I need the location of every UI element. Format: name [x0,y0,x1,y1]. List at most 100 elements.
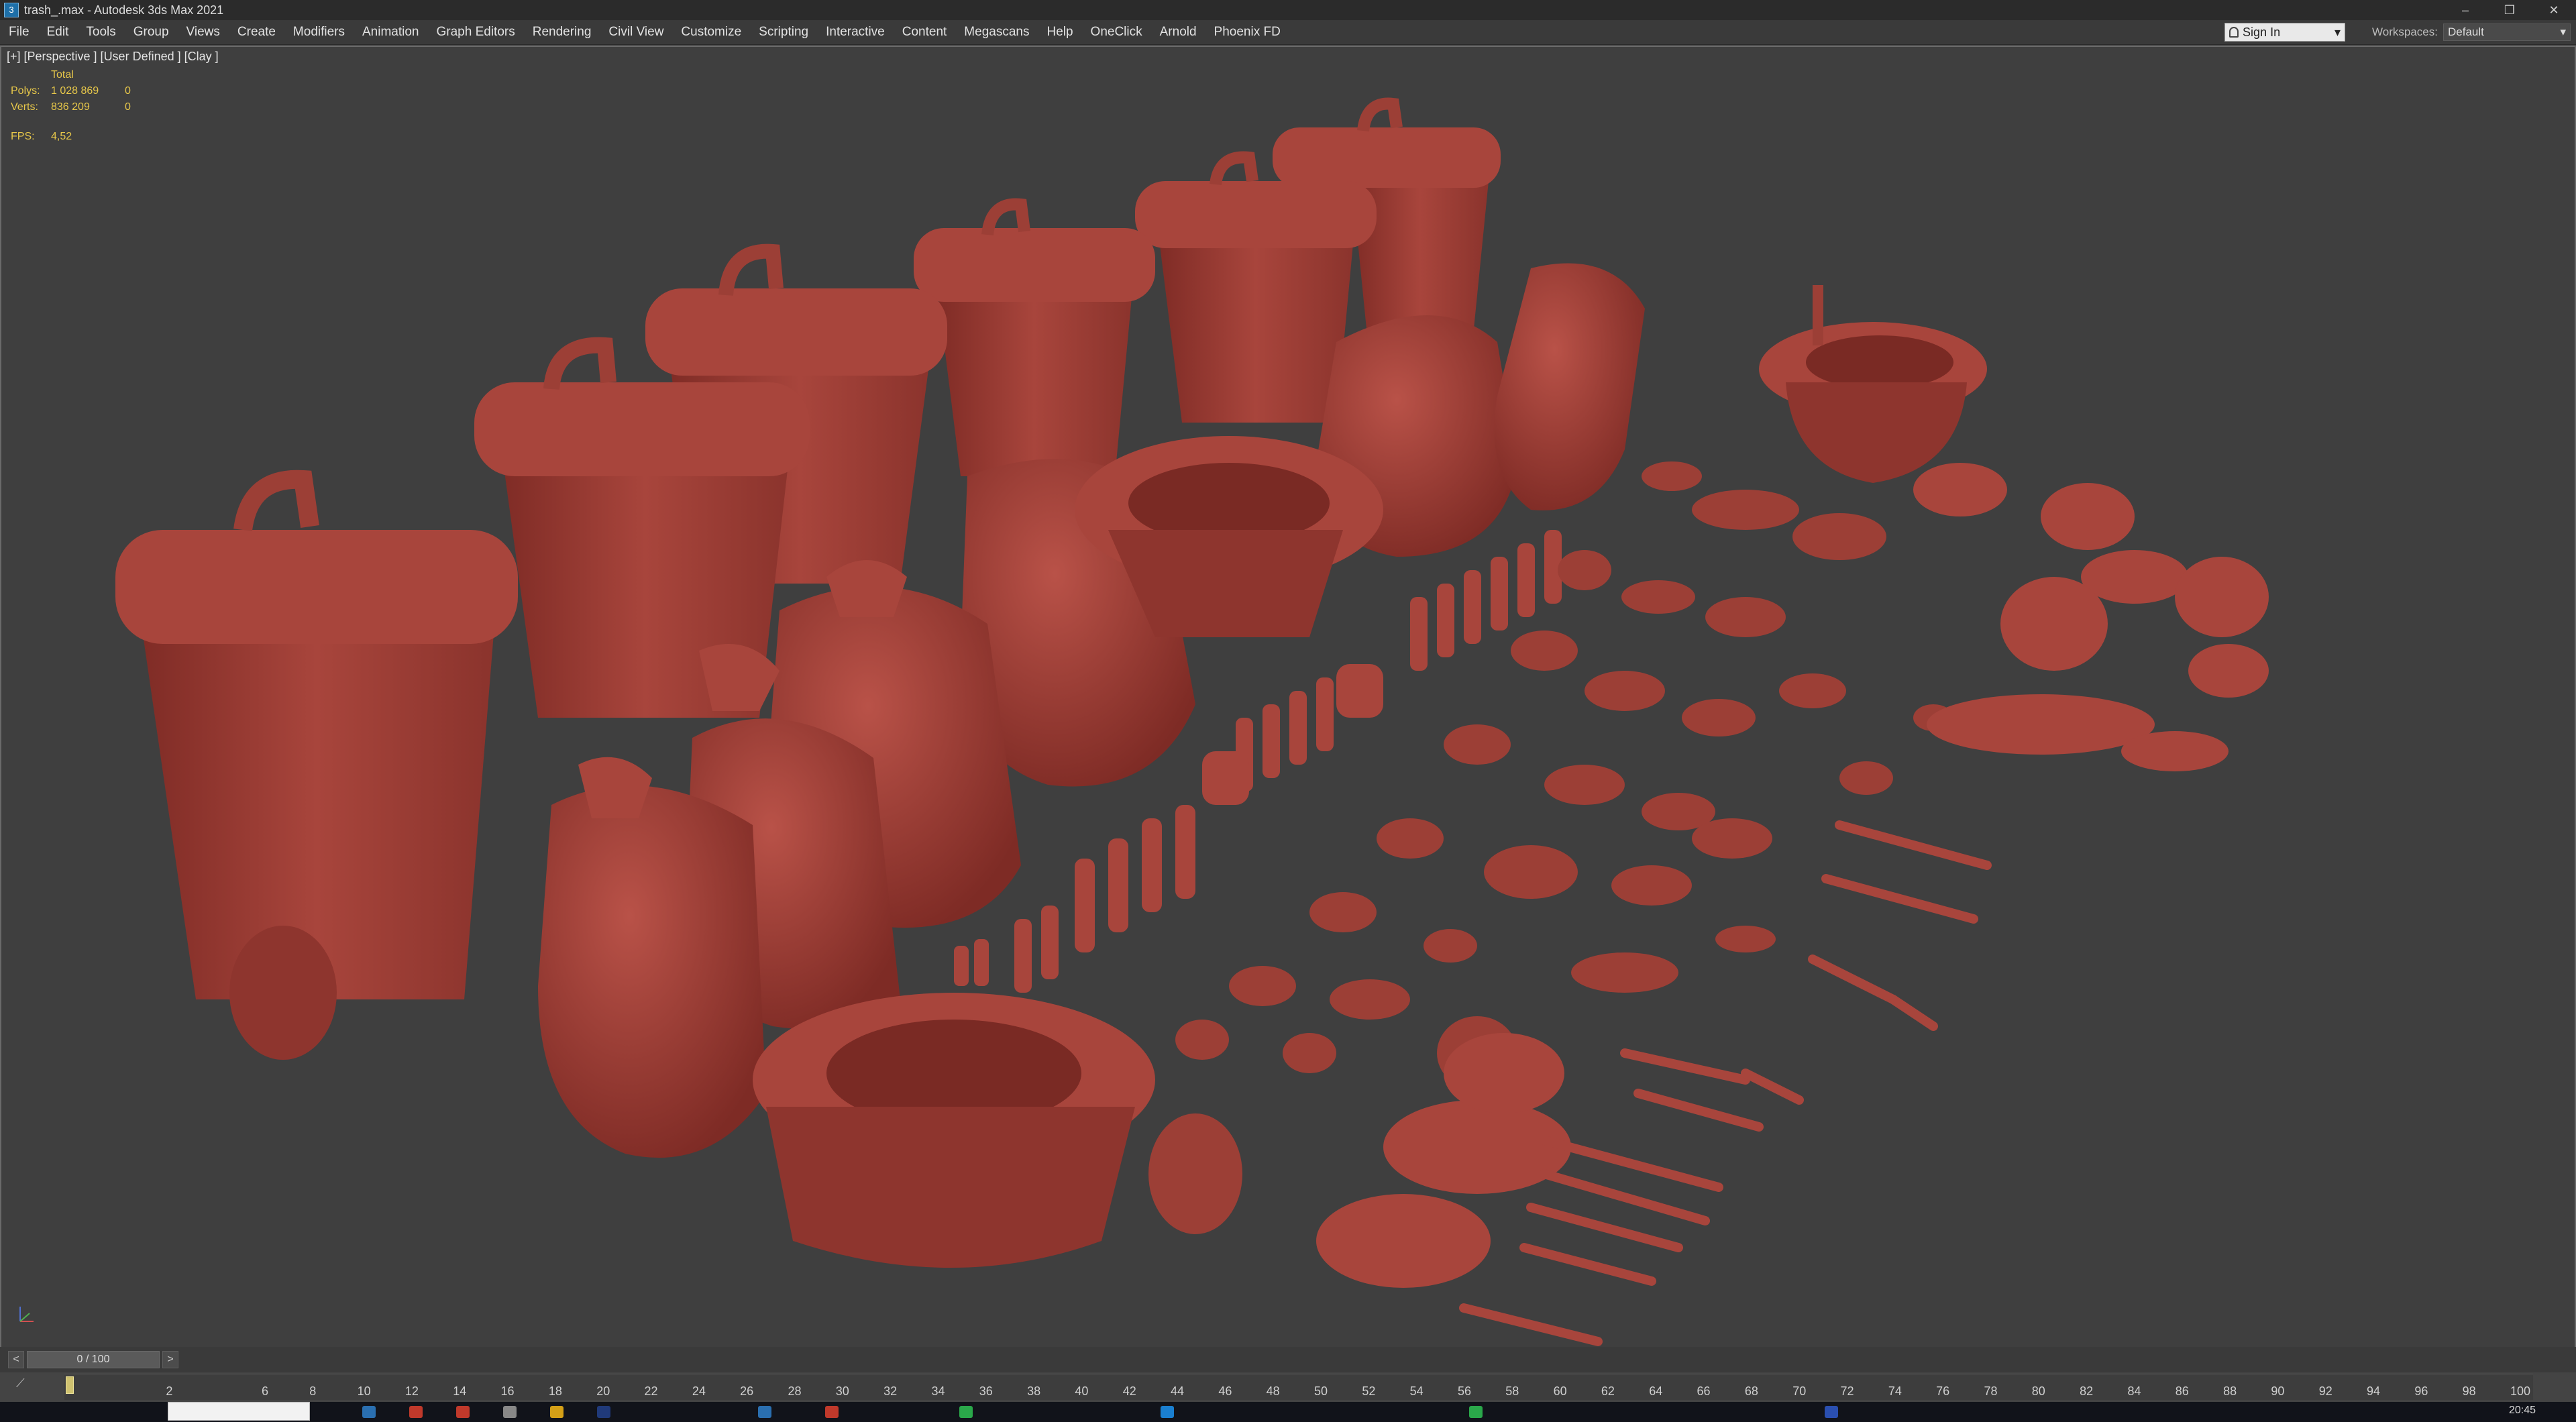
close-button[interactable]: ✕ [2532,0,2576,20]
menu-phoenix-fd[interactable]: Phoenix FD [1205,25,1289,40]
menu-create[interactable]: Create [229,25,284,40]
menu-animation[interactable]: Animation [354,25,428,40]
track-cursor[interactable] [66,1376,74,1394]
track-bar[interactable]: ⟋ 2 6 8 10 12 14 16 18 20 22 24 26 28 30 32 34 36 38 40 42 4… [0,1372,2576,1402]
polys-total: 1 028 869 [51,85,99,97]
next-frame-button[interactable]: > [162,1351,178,1368]
frame-tick-label: 44 [1171,1384,1185,1398]
chevron-down-icon: ▾ [2334,25,2341,39]
polys-selected: 0 [125,85,131,97]
menu-scripting[interactable]: Scripting [750,25,817,40]
minimize-button[interactable]: – [2443,0,2487,20]
menu-customize[interactable]: Customize [672,25,750,40]
viewport-label[interactable]: [+] [Perspective ] [User Defined ] [Clay… [7,50,219,64]
workspaces-select[interactable]: Default ▾ [2443,23,2571,41]
menu-megascans[interactable]: Megascans [955,25,1038,40]
time-slider: < 0 / 100 > [0,1347,2576,1372]
menu-content[interactable]: Content [894,25,956,40]
frame-tick-label: 86 [2175,1384,2189,1398]
fps-value: 4,52 [51,131,72,142]
frame-tick-label: 74 [1888,1384,1902,1398]
frame-tick-label: 56 [1457,1384,1471,1398]
track-line[interactable] [64,1374,2533,1400]
taskbar-app-icon[interactable] [758,1406,771,1418]
frame-tick-label: 92 [2318,1384,2332,1398]
taskbar-app-icon[interactable] [1469,1406,1483,1418]
menu-edit[interactable]: Edit [38,25,78,40]
taskbar-app-icon[interactable] [409,1406,423,1418]
fps-label: FPS: [11,131,35,142]
menu-group[interactable]: Group [125,25,178,40]
menu-rendering[interactable]: Rendering [524,25,600,40]
frame-tick-label: 100 [2510,1384,2531,1398]
sink[interactable] [753,993,1155,1268]
frame-tick-label: 62 [1601,1384,1615,1398]
workspaces-label: Workspaces: [2372,25,2438,38]
frame-tick-label: 64 [1649,1384,1663,1398]
frame-tick-label: 26 [740,1384,754,1398]
menu-tools[interactable]: Tools [77,25,124,40]
menu-graph-editors[interactable]: Graph Editors [428,25,524,40]
sink[interactable] [1759,285,1987,483]
frame-tick-label: 46 [1218,1384,1232,1398]
frame-tick-label: 16 [500,1384,515,1398]
menu-civil-view[interactable]: Civil View [600,25,672,40]
frame-tick-label: 82 [2080,1384,2094,1398]
menu-help[interactable]: Help [1038,25,1081,40]
frame-tick-label: 12 [405,1384,419,1398]
3dsmax-app-icon[interactable]: 3 [4,3,19,17]
workspace-value: Default [2448,25,2484,38]
menu-file[interactable]: File [0,25,38,40]
taskbar-app-icon[interactable] [550,1406,564,1418]
time-slider-thumb[interactable]: 0 / 100 [27,1351,160,1368]
taskbar-app-icon[interactable] [597,1406,610,1418]
sign-in-label: Sign In [2243,25,2281,39]
restore-button[interactable]: ❐ [2487,0,2532,20]
prev-frame-button[interactable]: < [8,1351,24,1368]
menu-views[interactable]: Views [178,25,229,40]
trash-bin[interactable] [914,198,1155,476]
frame-tick-label: 66 [1697,1384,1711,1398]
frame-tick-label: 8 [309,1384,317,1398]
perspective-viewport[interactable]: [+] [Perspective ] [User Defined ] [Clay… [0,46,2576,1348]
taskbar-app-icon[interactable] [825,1406,839,1418]
taskbar-clock[interactable]: 20:45 [2509,1405,2536,1417]
verts-total: 836 209 [51,101,90,113]
curve-editor-icon[interactable]: ⟋ [16,1376,25,1390]
statistics-overlay: Total Polys: 1 028 869 0 Verts: 836 209 … [11,67,131,145]
viewport-scene[interactable] [1,47,2575,1347]
frame-tick-label: 30 [835,1384,849,1398]
frame-tick-label: 10 [357,1384,371,1398]
menu-bar: File Edit Tools Group Views Create Modif… [0,20,2576,45]
frame-tick-label: 54 [1409,1384,1424,1398]
frame-tick-label: 70 [1792,1384,1807,1398]
frame-tick-label: 80 [2031,1384,2045,1398]
frame-tick-label: 90 [2271,1384,2285,1398]
taskbar-app-icon[interactable] [503,1406,517,1418]
taskbar-app-icon[interactable] [1825,1406,1838,1418]
trash-bin[interactable] [115,470,518,1060]
sign-in-dropdown[interactable]: Sign In ▾ [2224,23,2346,42]
garbage-bag[interactable] [538,757,766,1158]
user-icon [2229,27,2239,38]
frame-tick-label: 52 [1362,1384,1376,1398]
frame-tick-label: 88 [2223,1384,2237,1398]
menu-interactive[interactable]: Interactive [817,25,894,40]
frame-tick-label: 36 [979,1384,993,1398]
taskbar-app-icon[interactable] [456,1406,470,1418]
axis-gizmo-icon [19,1307,34,1322]
frame-tick-label: 6 [261,1384,268,1398]
menu-arnold[interactable]: Arnold [1151,25,1205,40]
skulls-cluster[interactable] [1316,463,2269,1288]
taskbar-thumbnail[interactable] [168,1402,310,1421]
frame-tick-label: 14 [453,1384,467,1398]
menu-oneclick[interactable]: OneClick [1082,25,1151,40]
frame-tick-label: 78 [1984,1384,1998,1398]
frame-tick-label: 58 [1505,1384,1519,1398]
title-bar: 3 trash_.max - Autodesk 3ds Max 2021 – ❐… [0,0,2576,20]
polys-label: Polys: [11,85,40,97]
menu-modifiers[interactable]: Modifiers [284,25,354,40]
taskbar-app-icon[interactable] [1161,1406,1174,1418]
taskbar-app-icon[interactable] [362,1406,376,1418]
taskbar-app-icon[interactable] [959,1406,973,1418]
